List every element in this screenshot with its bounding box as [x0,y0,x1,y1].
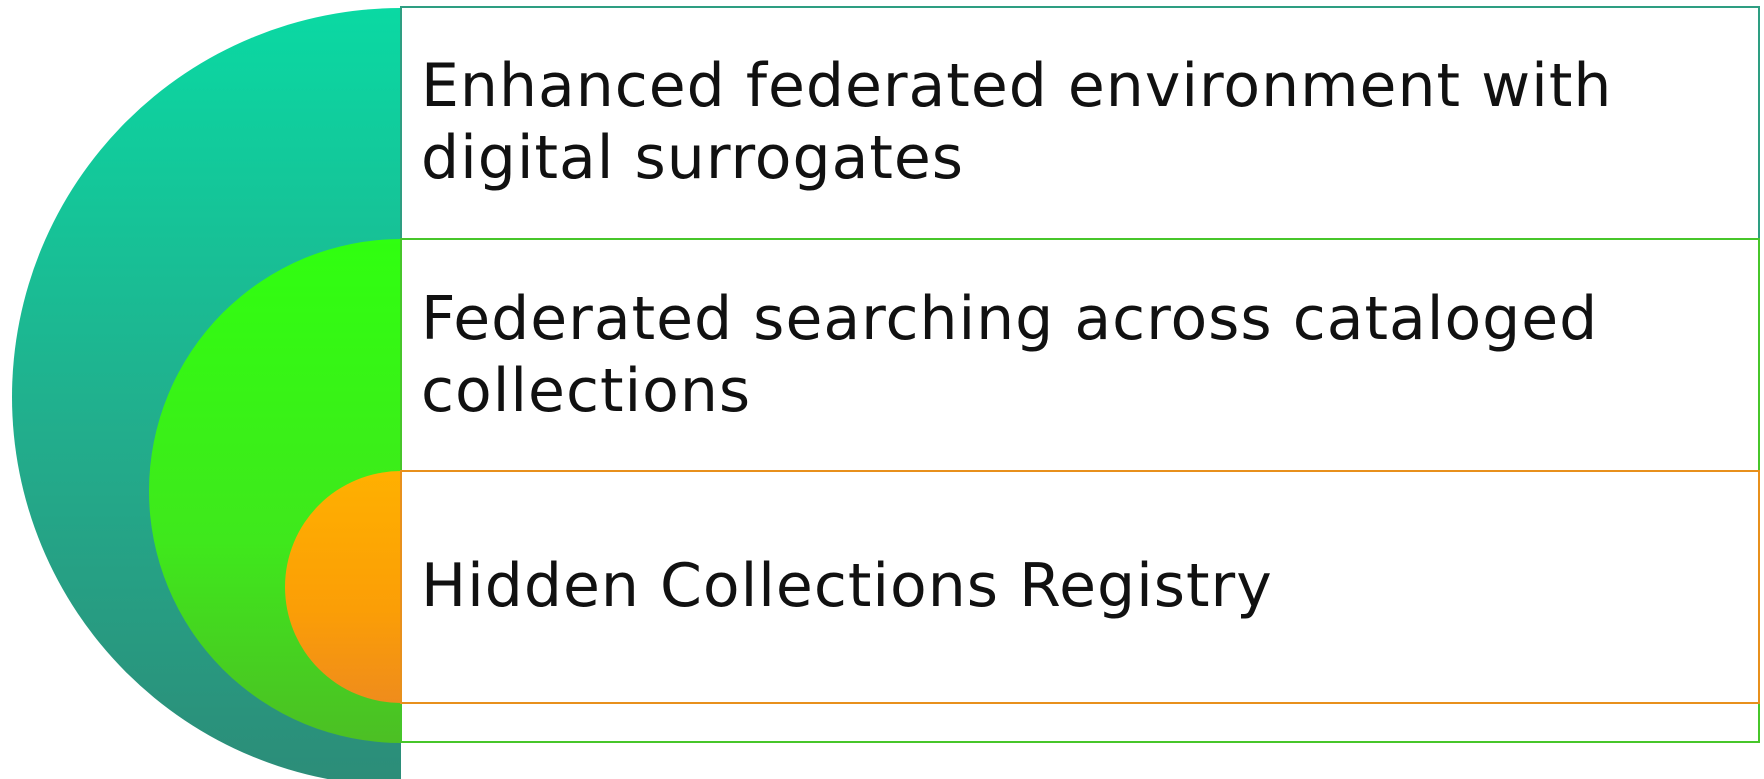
level-2-label: Federated searching across cataloged col… [421,284,1599,426]
nested-levels-diagram: Enhanced federated environment with digi… [0,0,1764,779]
level-1-label: Enhanced federated environment with digi… [421,51,1613,193]
level-3-label: Hidden Collections Registry [421,551,1273,621]
outer-half-disc [12,8,401,779]
